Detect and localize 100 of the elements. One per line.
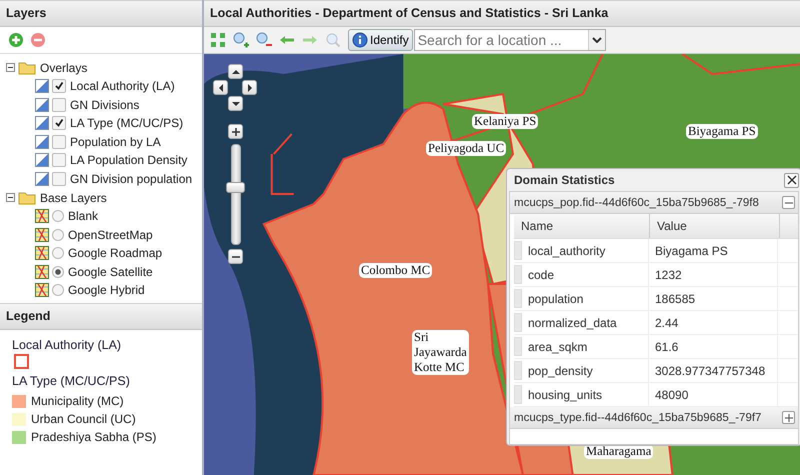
zoom-in-button[interactable]	[228, 124, 243, 139]
expand-button[interactable]	[782, 411, 795, 424]
layer-icon	[35, 116, 49, 130]
tree-item[interactable]: Base Layers	[39, 190, 107, 204]
table-cell: Biyagama PS	[649, 239, 778, 262]
map-layer-icon	[35, 264, 49, 279]
checkbox[interactable]	[52, 153, 66, 168]
layer-name[interactable]: LA Population Density	[69, 153, 188, 168]
table-cell: normalized_data	[522, 311, 649, 334]
table-cell: 48090	[649, 383, 778, 406]
checkbox[interactable]	[52, 134, 66, 149]
layer-icon	[35, 172, 49, 186]
column-header[interactable]: Value	[650, 214, 780, 238]
identify-button[interactable]: Identify	[348, 29, 413, 51]
popup-title: Domain Statistics	[514, 173, 615, 187]
zoom-out-button[interactable]	[228, 249, 243, 264]
table-cell: 2.44	[649, 311, 778, 334]
minus-box-icon	[6, 63, 15, 72]
triangle-up-icon	[232, 68, 240, 74]
table-cell: 61.6	[649, 335, 778, 358]
table-cell: local_authority	[522, 239, 649, 262]
radio-button[interactable]	[52, 210, 64, 222]
caret-icon	[592, 37, 602, 43]
collapse-toggle[interactable]	[6, 63, 15, 72]
row-marker	[514, 361, 522, 380]
row-marker	[514, 313, 522, 332]
table-cell: 186585	[649, 287, 778, 310]
check-icon	[54, 81, 64, 92]
collapse-toggle[interactable]	[6, 193, 15, 202]
pan-up-button[interactable]	[228, 64, 243, 79]
place-label: Kelaniya PS	[472, 114, 538, 129]
legend-label: Urban Council (UC)	[31, 412, 136, 426]
table-cell: population	[522, 287, 649, 310]
radio-button[interactable]	[52, 247, 64, 260]
row-marker	[514, 265, 522, 284]
place-label: Sri Jayawarda Kotte MC	[412, 330, 469, 375]
map-layer-icon	[35, 283, 49, 298]
layer-icon	[35, 134, 49, 149]
table-cell: pop_density	[522, 359, 649, 382]
checkbox[interactable]	[52, 79, 66, 94]
table-cell: area_sqkm	[522, 335, 649, 358]
radio-button[interactable]	[52, 266, 64, 278]
section-header[interactable]: mcucps_pop.fid--44d6f60c_15ba75b9685_-79f8	[510, 192, 798, 214]
folder-icon	[18, 190, 36, 204]
pan-down-button[interactable]	[228, 96, 243, 111]
panel-title: Layers	[0, 0, 202, 27]
section-header[interactable]: mcucps_type.fid--44d6f60c_15ba75b9685_-79f7	[510, 407, 798, 429]
place-label: Biyagama PS	[686, 124, 758, 139]
table-cell: code	[522, 263, 649, 286]
pan-left-button[interactable]	[213, 80, 228, 95]
layer-icon	[35, 98, 49, 112]
layer-name[interactable]: GN Division population	[69, 172, 192, 186]
layer-name[interactable]: GN Divisions	[69, 98, 140, 112]
layer-name[interactable]: Blank	[67, 209, 98, 224]
info-icon	[352, 32, 368, 48]
layer-name[interactable]: Local Authority (LA)	[69, 79, 175, 94]
radio-button[interactable]	[52, 228, 64, 241]
add-icon[interactable]	[8, 32, 24, 48]
layer-icon	[35, 153, 49, 168]
minus-box-icon	[6, 193, 15, 202]
check-icon	[54, 118, 64, 128]
layer-name[interactable]: Google Roadmap	[67, 246, 162, 260]
section-title: mcucps_type.fid--44d6f60c_15ba75b9685_-79f7	[514, 412, 762, 424]
dropdown-button[interactable]	[588, 30, 605, 50]
layer-name[interactable]: OpenStreetMap	[67, 228, 153, 242]
folder-icon	[18, 60, 36, 74]
close-icon	[786, 175, 796, 185]
pan-right-button[interactable]	[242, 80, 257, 95]
panel-title: Local Authorities - Department of Census and Statistics - Sri Lanka	[204, 0, 800, 27]
checkbox[interactable]	[52, 172, 66, 186]
search-field[interactable]: Search for a location ...	[414, 29, 606, 51]
triangle-left-icon	[218, 84, 224, 92]
slider-thumb[interactable]	[226, 182, 245, 193]
row-marker	[514, 337, 522, 356]
legend-label: Municipality (MC)	[31, 394, 124, 408]
zoom-out-icon[interactable]	[256, 32, 272, 48]
radio-button[interactable]	[52, 284, 64, 296]
zoom-slider[interactable]	[226, 144, 245, 245]
tree-item[interactable]: Overlays	[39, 60, 88, 74]
checkbox[interactable]	[52, 98, 66, 112]
table-cell: 3028.977347757348	[649, 359, 778, 382]
plus-icon	[784, 414, 792, 422]
section-title: mcucps_pop.fid--44d6f60c_15ba75b9685_-79f8	[514, 196, 759, 208]
checkbox[interactable]	[52, 116, 66, 130]
layer-name[interactable]: LA Type (MC/UC/PS)	[69, 116, 184, 130]
row-marker	[514, 289, 522, 308]
layer-name[interactable]: Population by LA	[69, 134, 161, 149]
column-header[interactable]: Name	[514, 214, 650, 238]
legend-label: Pradeshiya Sabha (PS)	[31, 430, 156, 444]
layer-icon	[35, 79, 49, 94]
layer-name[interactable]: Google Satellite	[67, 264, 153, 279]
triangle-right-icon	[246, 84, 252, 92]
legend-heading: LA Type (MC/UC/PS)	[12, 374, 131, 388]
minus-icon	[232, 256, 240, 258]
layer-name[interactable]: Google Hybrid	[67, 283, 145, 298]
close-button[interactable]	[784, 172, 799, 188]
zoom-in-icon[interactable]	[233, 32, 249, 48]
collapse-button[interactable]	[782, 196, 795, 209]
plus-icon	[232, 128, 240, 136]
triangle-down-icon	[232, 100, 240, 106]
